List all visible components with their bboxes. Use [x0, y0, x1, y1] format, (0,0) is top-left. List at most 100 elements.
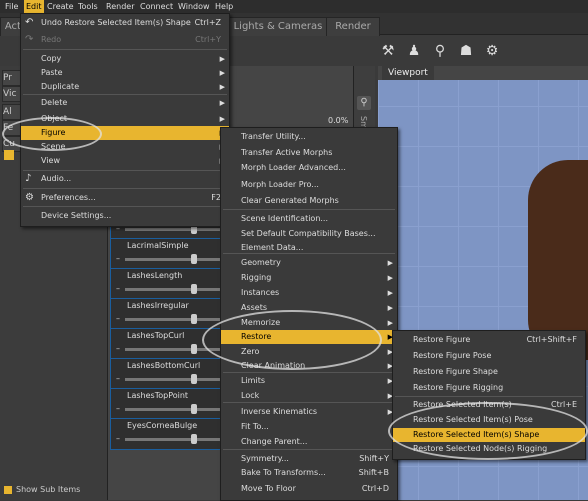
menu-item-label: Limits: [241, 376, 265, 385]
menu-item-label: Rigging: [241, 273, 272, 282]
morph-slider-knob[interactable]: [190, 284, 197, 294]
morph-label: LashesLength: [127, 271, 183, 280]
menu-item-label: Set Default Compatibility Bases...: [241, 229, 376, 238]
morph-slider-knob[interactable]: [190, 434, 197, 444]
shortcut-text: Shift+B: [358, 468, 389, 477]
figure-menu-item-set-default-compatibility-bases[interactable]: Set Default Compatibility Bases...: [221, 227, 397, 241]
edit-menu-item-copy[interactable]: Copy ▶: [21, 52, 229, 66]
figure-rig-icon[interactable]: ⚙: [482, 40, 502, 62]
shortcut-text: Ctrl+Shift+F: [526, 335, 577, 344]
edit-menu-item-device-settings[interactable]: Device Settings...: [21, 209, 229, 223]
tab-lights-cameras[interactable]: Lights & Cameras: [228, 17, 328, 36]
edit-menu-item-figure[interactable]: Figure▶: [21, 126, 229, 140]
morph-slider-knob[interactable]: [190, 344, 197, 354]
edit-menu-item-audio[interactable]: ♪ Audio...: [21, 172, 229, 186]
menu-item-label: Change Parent...: [241, 437, 308, 446]
menu-file[interactable]: File: [3, 0, 20, 13]
figure-menu-item-move-to-floor[interactable]: Move To Floor Ctrl+D: [221, 482, 397, 496]
figure-menu-item-limits[interactable]: Limits ▶: [221, 374, 397, 388]
figure-menu-item-zero[interactable]: Zero ▶: [221, 345, 397, 359]
restore-menu-item-restore-selected-item-s-shape[interactable]: Restore Selected Item(s) Shape: [393, 428, 585, 442]
figure-menu-item-restore[interactable]: Restore ▶: [221, 330, 397, 344]
checkbox[interactable]: [4, 150, 14, 160]
edit-menu-item-object[interactable]: Object ▶: [21, 112, 229, 126]
edit-menu-item-delete[interactable]: Delete ▶: [21, 96, 229, 110]
menu-separator: [23, 49, 227, 50]
tab-render[interactable]: Render: [326, 17, 380, 36]
menu-edit[interactable]: Edit: [24, 0, 44, 13]
menu-item-label: Geometry: [241, 258, 281, 267]
figure-menu-item-lock[interactable]: Lock ▶: [221, 389, 397, 403]
menu-item-label: Object: [41, 114, 68, 123]
search-icon[interactable]: ⚲: [357, 96, 371, 110]
menu-connect[interactable]: Connect: [138, 0, 175, 13]
figure-menu-item-memorize[interactable]: Memorize ▶: [221, 316, 397, 330]
edit-menu-item-paste[interactable]: Paste ▶: [21, 66, 229, 80]
figure-menu-item-transfer-active-morphs[interactable]: Transfer Active Morphs: [221, 146, 397, 160]
edit-menu-item-preferences[interactable]: ⚙ Preferences... F2: [21, 191, 229, 205]
menu-item-label: Morph Loader Advanced...: [241, 163, 346, 172]
edit-menu-item-undo-restore-selected-item-s-shape[interactable]: ↶ Undo Restore Selected Item(s) Shape Ctrl…: [21, 16, 229, 30]
figure-menu-item-morph-loader-advanced[interactable]: Morph Loader Advanced...: [221, 161, 397, 175]
restore-menu-item-restore-selected-item-s-pose[interactable]: Restore Selected Item(s) Pose: [393, 413, 585, 427]
edit-menu-item-duplicate[interactable]: Duplicate ▶: [21, 80, 229, 94]
viewport-header: Viewport: [378, 66, 588, 80]
restore-menu-item-restore-figure-pose[interactable]: Restore Figure Pose: [393, 349, 585, 363]
figure-menu-item-transfer-utility[interactable]: Transfer Utility...: [221, 130, 397, 144]
show-sub-items[interactable]: Show Sub Items: [4, 484, 108, 496]
figure-menu-item-assets[interactable]: Assets ▶: [221, 301, 397, 315]
restore-menu-item-restore-selected-item-s[interactable]: Restore Selected Item(s) Ctrl+E: [393, 398, 585, 412]
figure-menu-item-fit-to[interactable]: Fit To...: [221, 420, 397, 434]
menu-window[interactable]: Window: [176, 0, 212, 13]
edit-menu-item-scene[interactable]: Scene▶: [21, 140, 229, 154]
figure-menu-item-rigging[interactable]: Rigging ▶: [221, 271, 397, 285]
show-sub-items-checkbox[interactable]: [4, 486, 12, 494]
menu-separator: [223, 449, 395, 450]
morph-slider-knob[interactable]: [190, 374, 197, 384]
menu-item-label: Copy: [41, 54, 62, 63]
menu-render[interactable]: Render: [104, 0, 136, 13]
minus-icon[interactable]: –: [116, 344, 120, 353]
edit-menu-item-view[interactable]: View▶: [21, 154, 229, 168]
minus-icon[interactable]: –: [116, 404, 120, 413]
viewport-tab[interactable]: Viewport: [382, 66, 434, 80]
minus-icon[interactable]: –: [116, 284, 120, 293]
tool-icon[interactable]: ⚒: [378, 40, 398, 62]
figure-menu-item-clear-animation[interactable]: Clear Animation ▶: [221, 359, 397, 373]
menu-item-label: Instances: [241, 288, 280, 297]
figure-tool-icon[interactable]: ♟: [404, 40, 424, 62]
morph-slider-knob[interactable]: [190, 404, 197, 414]
figure-menu-item-scene-identification[interactable]: Scene Identification...: [221, 212, 397, 226]
figure-menu-item-inverse-kinematics[interactable]: Inverse Kinematics ▶: [221, 405, 397, 419]
menu-separator: [23, 94, 227, 95]
figure-menu-item-clear-generated-morphs[interactable]: Clear Generated Morphs: [221, 194, 397, 208]
figure-menu-item-instances[interactable]: Instances ▶: [221, 286, 397, 300]
figure-menu-item-change-parent[interactable]: Change Parent...: [221, 435, 397, 449]
menu-item-label: Redo: [41, 35, 62, 44]
edit-menu-item-redo[interactable]: ↷ Redo Ctrl+Y: [21, 33, 229, 47]
figure-menu-item-morph-loader-pro[interactable]: Morph Loader Pro...: [221, 178, 397, 192]
minus-icon[interactable]: –: [116, 254, 120, 263]
figure-shape-icon[interactable]: ☗: [456, 40, 476, 62]
figure-menu-item-geometry[interactable]: Geometry ▶: [221, 256, 397, 270]
restore-menu-item-restore-figure[interactable]: Restore Figure Ctrl+Shift+F: [393, 333, 585, 347]
menu-separator: [223, 209, 395, 210]
menu-item-label: Restore Figure: [413, 335, 471, 344]
minus-icon[interactable]: –: [116, 374, 120, 383]
menu-create[interactable]: Create: [45, 0, 76, 13]
restore-menu-item-restore-selected-node-s-rigging[interactable]: Restore Selected Node(s) Rigging: [393, 442, 585, 456]
menu-help[interactable]: Help: [213, 0, 235, 13]
morph-slider-knob[interactable]: [190, 254, 197, 264]
minus-icon[interactable]: –: [116, 314, 120, 323]
menu-item-label: View: [41, 156, 60, 165]
minus-icon[interactable]: –: [116, 434, 120, 443]
figure-pose-icon[interactable]: ⚲: [430, 40, 450, 62]
menu-tools[interactable]: Tools: [76, 0, 100, 13]
morph-slider-knob[interactable]: [190, 314, 197, 324]
restore-menu-item-restore-figure-shape[interactable]: Restore Figure Shape: [393, 365, 585, 379]
figure-menu-item-symmetry[interactable]: Symmetry... Shift+Y: [221, 452, 397, 466]
menu-item-label: Restore Figure Shape: [413, 367, 498, 376]
menu-item-label: Restore: [241, 332, 272, 341]
figure-menu-item-bake-to-transforms[interactable]: Bake To Transforms... Shift+B: [221, 466, 397, 480]
restore-menu-item-restore-figure-rigging[interactable]: Restore Figure Rigging: [393, 381, 585, 395]
